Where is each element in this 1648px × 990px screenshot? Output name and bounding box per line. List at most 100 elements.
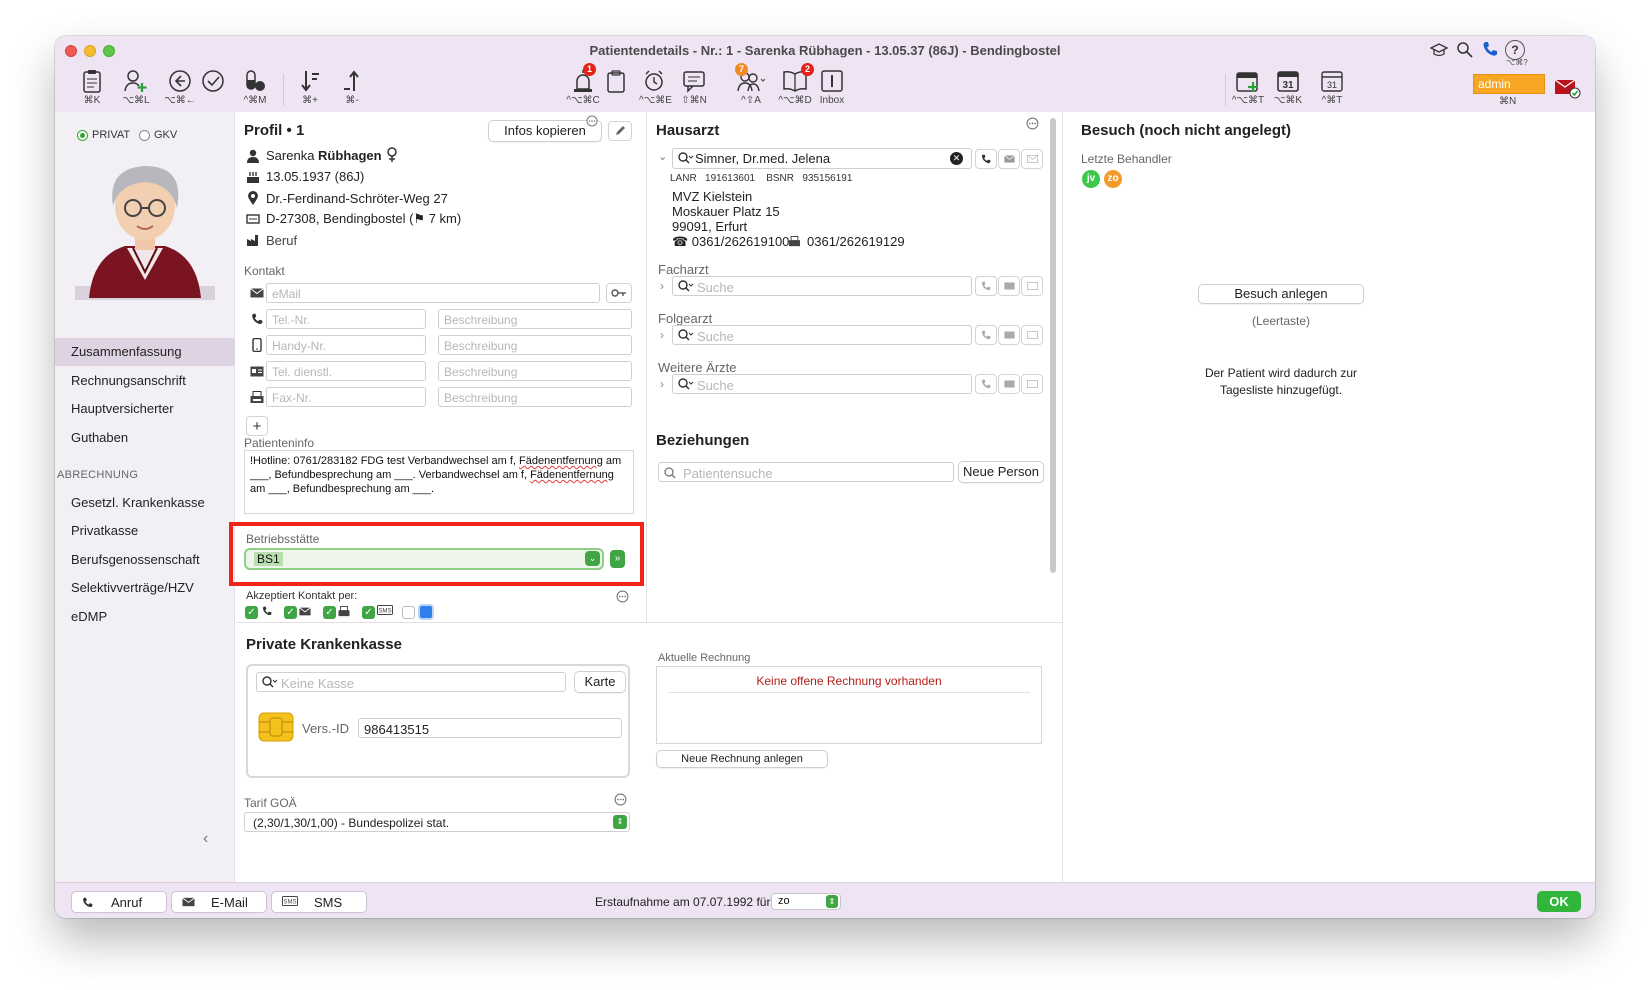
ok-button[interactable]: OK (1537, 891, 1581, 912)
clipboard-tool[interactable]: ⌘K (77, 69, 107, 106)
radio-privat[interactable]: PRIVAT (77, 129, 130, 141)
back-tool[interactable]: ⌥⌘← (163, 69, 197, 106)
folgearzt-search[interactable]: Suche (672, 325, 972, 345)
graduation-cap-icon[interactable] (1430, 42, 1448, 58)
call-hausarzt-button[interactable] (975, 149, 997, 169)
sidebar-item-berufsgenossenschaft[interactable]: Berufsgenossenschaft (55, 546, 235, 574)
call-facharzt-button[interactable] (975, 276, 997, 296)
sidebar-item-zusammenfassung[interactable]: Zusammenfassung (55, 338, 235, 366)
sidebar-item-gesetzl-krankenkasse[interactable]: Gesetzl. Krankenkasse (55, 489, 235, 517)
sidebar-item-selektivvertraege[interactable]: Selektivverträge/HZV (55, 574, 235, 602)
doctor-select[interactable]: zo ⇕ (771, 893, 841, 910)
chevron-right-icon[interactable]: › (660, 377, 664, 391)
clear-icon[interactable]: ✕ (950, 152, 963, 165)
more-icon[interactable] (614, 793, 627, 806)
work-phone-description-input[interactable]: Beschreibung (438, 361, 632, 381)
new-person-button[interactable]: Neue Person (958, 461, 1044, 483)
fax-input[interactable]: Fax-Nr. (266, 387, 426, 407)
sidebar-item-rechnungsanschrift[interactable]: Rechnungsanschrift (55, 367, 235, 395)
collapse-sidebar-button[interactable]: ‹ (203, 830, 208, 848)
sort-down-tool[interactable]: ⌘+ (295, 69, 325, 106)
chevron-right-icon[interactable]: › (660, 279, 664, 293)
email-folgearzt-button[interactable] (998, 325, 1020, 345)
accept-email-checkbox[interactable]: ✓ (284, 606, 297, 619)
logout-icon[interactable] (1553, 74, 1583, 100)
chevron-right-icon[interactable]: › (660, 328, 664, 342)
accept-phone-checkbox[interactable]: ✓ (245, 606, 258, 619)
message-tool[interactable]: ⇧⌘N (677, 69, 711, 106)
message-hausarzt-button[interactable] (1021, 149, 1043, 169)
kasse-search-input[interactable]: Keine Kasse (256, 672, 566, 692)
call-weitere-button[interactable] (975, 374, 997, 394)
email-input[interactable]: eMail (266, 283, 600, 303)
vers-id-input[interactable]: 986413515 (358, 718, 622, 738)
calendar-day-tool[interactable]: 31 ⌥⌘K (1271, 69, 1305, 106)
chevron-down-icon[interactable]: ⌄ (658, 150, 667, 163)
sidebar-item-hauptversicherter[interactable]: Hauptversicherter (55, 395, 235, 423)
check-tool[interactable] (199, 69, 227, 93)
message-weitere-button[interactable] (1021, 374, 1043, 394)
more-icon[interactable] (616, 590, 629, 603)
inbox-tool[interactable]: Inbox (817, 69, 847, 106)
phone-icon (981, 330, 991, 340)
call-button[interactable]: Anruf (71, 891, 167, 913)
team-tool[interactable]: 7 ^⇧A (729, 63, 773, 106)
weitere-aerzte-search[interactable]: Suche (672, 374, 972, 394)
email-hausarzt-button[interactable] (998, 149, 1020, 169)
accept-app-checkbox[interactable] (402, 606, 415, 619)
email-facharzt-button[interactable] (998, 276, 1020, 296)
new-invoice-button[interactable]: Neue Rechnung anlegen (656, 750, 828, 768)
karte-button[interactable]: Karte (574, 671, 626, 693)
person-add-tool[interactable]: ⌥⌘L (119, 69, 153, 106)
treater-badge-zo[interactable]: zo (1104, 170, 1122, 188)
patient-info-textarea[interactable]: !Hotline: 0761/283182 FDG test Verbandwe… (244, 450, 634, 514)
profile-title: Profil • 1 (244, 122, 305, 139)
sort-up-tool[interactable]: ⌘- (337, 69, 367, 106)
tarif-select[interactable]: (2,30/1,30/1,00) - Bundespolizei stat. (244, 812, 630, 832)
patient-avatar[interactable] (75, 148, 215, 300)
calendar-week-tool[interactable]: 31 ^⌘T (1315, 69, 1349, 106)
sms-button[interactable]: SMS SMS (271, 891, 367, 913)
patient-search-input[interactable]: Patientensuche (658, 462, 954, 482)
scrollbar[interactable] (1050, 118, 1056, 573)
phone-icon[interactable] (1482, 41, 1498, 57)
message-facharzt-button[interactable] (1021, 276, 1043, 296)
calendar-add-tool[interactable]: ^⌥⌘T (1229, 69, 1267, 106)
reminder-tool[interactable]: ^⌥⌘E (619, 69, 672, 106)
search-icon[interactable] (1456, 41, 1474, 59)
add-contact-button[interactable]: + (246, 416, 268, 436)
more-icon[interactable] (586, 115, 598, 127)
help-button[interactable]: ? (1505, 40, 1525, 60)
diary-tool[interactable]: 2 ^⌥⌘D (775, 63, 815, 106)
mobile-input[interactable]: Handy-Nr. (266, 335, 426, 355)
infos-kopieren-button[interactable]: Infos kopieren (488, 120, 602, 142)
mobile-description-input[interactable]: Beschreibung (438, 335, 632, 355)
email-button[interactable]: E-Mail (171, 891, 267, 913)
facharzt-search[interactable]: Suche (672, 276, 972, 296)
phone-description-input[interactable]: Beschreibung (438, 309, 632, 329)
person-add-icon (124, 70, 147, 92)
sidebar-item-edmp[interactable]: eDMP (55, 603, 235, 631)
key-button[interactable] (606, 283, 632, 303)
phone-input[interactable]: Tel.-Nr. (266, 309, 426, 329)
work-phone-input[interactable]: Tel. dienstl. (266, 361, 426, 381)
radio-gkv[interactable]: GKV (139, 129, 177, 141)
call-folgearzt-button[interactable] (975, 325, 997, 345)
email-weitere-button[interactable] (998, 374, 1020, 394)
sidebar-item-guthaben[interactable]: Guthaben (55, 424, 235, 452)
sidebar-item-privatkasse[interactable]: Privatkasse (55, 517, 235, 545)
email-icon (1003, 282, 1015, 290)
treater-badge-jv[interactable]: jv (1082, 170, 1100, 188)
accept-fax-checkbox[interactable]: ✓ (323, 606, 336, 619)
fax-description-input[interactable]: Beschreibung (438, 387, 632, 407)
occupation-field[interactable]: Beruf (266, 233, 297, 248)
user-selector[interactable]: admin (1473, 74, 1545, 94)
edit-profile-button[interactable] (608, 121, 632, 141)
alarm-tool[interactable]: 1 ^⌥⌘C (563, 63, 603, 106)
more-icon[interactable] (1026, 117, 1039, 130)
accept-sms-checkbox[interactable]: ✓ (362, 606, 375, 619)
create-visit-button[interactable]: Besuch anlegen (1198, 284, 1364, 304)
hausarzt-search-field[interactable]: Simner, Dr.med. Jelena (672, 148, 972, 169)
medication-tool[interactable]: ^⌘M (237, 69, 273, 106)
message-folgearzt-button[interactable] (1021, 325, 1043, 345)
